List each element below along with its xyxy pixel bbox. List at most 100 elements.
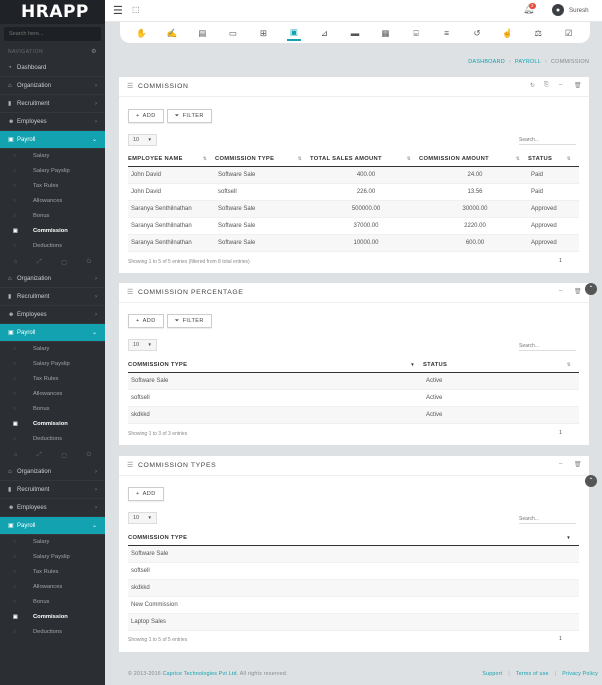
delete-icon[interactable]: 🗑︎ [574, 82, 582, 89]
breadcrumb-dashboard[interactable]: DASHBOARD [468, 59, 505, 65]
column-header[interactable]: EMPLOYEE NAME ⇅ [128, 153, 215, 167]
table-row[interactable]: softsell [128, 562, 579, 580]
checklist-icon[interactable]: ☑ [562, 26, 576, 40]
gear-icon[interactable]: ⚙ [91, 45, 97, 59]
add-button[interactable]: + ADD [128, 487, 164, 501]
table-search-input[interactable] [519, 514, 576, 524]
handshake-icon[interactable]: ⊿ [317, 26, 331, 40]
briefcase-icon[interactable]: ▭ [226, 26, 240, 40]
lock-icon[interactable]: ▢ [61, 259, 67, 266]
sidebar-subitem-deductions[interactable]: ○ Deductions [0, 239, 105, 254]
power-icon[interactable]: ⏻ [86, 259, 91, 266]
sidebar-subitem-commission[interactable]: ▣ Commission [0, 224, 105, 239]
column-header[interactable]: COMMISSION TYPE ▼ [128, 532, 579, 546]
table-row[interactable]: Software Sale Active [128, 372, 579, 390]
sidebar-subitem-deductions[interactable]: ○ Deductions [0, 432, 105, 447]
fullscreen-icon[interactable]: ⤢ [37, 259, 42, 266]
filter-button[interactable]: ⏷ FILTER [166, 314, 212, 328]
fullscreen-icon[interactable]: ⤢ [37, 452, 42, 459]
filter-button[interactable]: ⏷ FILTER [166, 109, 212, 123]
ticket-icon[interactable]: ▬ [348, 26, 362, 40]
table-search-input[interactable] [519, 341, 576, 351]
privacy-link[interactable]: Privacy Policy [562, 671, 598, 677]
sidebar-subitem-salary[interactable]: ○ Salary [0, 342, 105, 357]
sidebar-search[interactable] [4, 27, 101, 41]
company-link[interactable]: Caprice Technologies Pvt Ltd. [163, 671, 239, 677]
column-header[interactable]: TOTAL SALES AMOUNT ⇅ [310, 153, 419, 167]
scale-icon[interactable]: ⚖ [531, 26, 545, 40]
sidebar-item-organization[interactable]: ⌂ Organization › [0, 463, 105, 481]
delete-icon[interactable]: 🗑︎ [574, 461, 582, 468]
sidebar-subitem-allowances[interactable]: ○ Allowances [0, 387, 105, 402]
table-row[interactable]: New Commission [128, 596, 579, 614]
add-button[interactable]: + ADD [128, 109, 164, 123]
column-header[interactable]: COMMISSION TYPE ▼ [128, 359, 423, 373]
column-header[interactable]: STATUS ⇅ [528, 153, 579, 167]
sidebar-item-recruitment[interactable]: ▮ Recruitment › [0, 288, 105, 306]
pagination-page[interactable]: 1 [559, 636, 562, 642]
hand-money-icon[interactable]: ✋ [134, 26, 148, 40]
chevron-up-icon[interactable]: ⌃ [585, 475, 597, 487]
box-icon[interactable]: ⬚ [132, 5, 140, 14]
user-name[interactable]: Suresh [569, 7, 589, 14]
sidebar-item-dashboard[interactable]: ◔ Dashboard [0, 59, 105, 77]
chevron-up-icon[interactable]: ⌃ [585, 283, 597, 295]
table-row[interactable]: softsell Active [128, 389, 579, 407]
sidebar-item-employees[interactable]: ☻ Employees › [0, 306, 105, 324]
document-signature-icon[interactable]: ✍ [165, 26, 179, 40]
minimize-icon[interactable]: – [559, 288, 562, 294]
hand-icon[interactable]: ☝ [501, 26, 515, 40]
app-logo[interactable]: HRAPP [0, 0, 105, 24]
sidebar-subitem-salary[interactable]: ○ Salary [0, 535, 105, 550]
sidebar-subitem-salary-payslip[interactable]: ○ Salary Payslip [0, 164, 105, 179]
minimize-icon[interactable]: – [559, 82, 562, 88]
delete-icon[interactable]: 🗑︎ [574, 288, 582, 295]
menu-icon[interactable]: ☰ [113, 4, 123, 17]
sidebar-subitem-salary-payslip[interactable]: ○ Salary Payslip [0, 357, 105, 372]
export-icon[interactable]: ⎘ [544, 82, 549, 89]
history-icon[interactable]: ↺ [470, 26, 484, 40]
sidebar-subitem-salary-payslip[interactable]: ○ Salary Payslip [0, 550, 105, 565]
sidebar-subitem-allowances[interactable]: ○ Allowances [0, 580, 105, 595]
table-row[interactable]: Laptop Sales [128, 613, 579, 631]
sidebar-item-employees[interactable]: ☻ Employees › [0, 499, 105, 517]
table-row[interactable]: Saranya Senthilnathan Software Sale 500000… [128, 200, 579, 218]
list-icon[interactable]: ≡ [440, 26, 454, 40]
avatar[interactable]: ● [552, 4, 564, 16]
table-row[interactable]: Saranya Senthilnathan Software Sale 10000.… [128, 234, 579, 252]
sidebar-subitem-tax-rules[interactable]: ○ Tax Rules [0, 565, 105, 580]
pagination-page[interactable]: 1 [559, 258, 562, 264]
column-header[interactable]: COMMISSION TYPE ⇅ [215, 153, 310, 167]
sidebar-subitem-tax-rules[interactable]: ○ Tax Rules [0, 372, 105, 387]
table-row[interactable]: skdkkd Active [128, 406, 579, 424]
sidebar-search-input[interactable] [9, 27, 96, 41]
sidebar-subitem-bonus[interactable]: ○ Bonus [0, 209, 105, 224]
sidebar-item-employees[interactable]: ☻ Employees › [0, 113, 105, 131]
home-icon[interactable]: ⌂ [14, 259, 18, 265]
pagination-page[interactable]: 1 [559, 430, 562, 436]
document-check-icon[interactable]: ▤ [195, 26, 209, 40]
page-length-select[interactable]: 10 ▼ [128, 512, 157, 524]
minimize-icon[interactable]: – [559, 461, 562, 467]
sidebar-subitem-tax-rules[interactable]: ○ Tax Rules [0, 179, 105, 194]
breadcrumb-payroll[interactable]: PAYROLL [515, 59, 541, 65]
table-row[interactable]: John David softsell 226.00 13.56 Paid [128, 183, 579, 201]
column-header[interactable]: STATUS ⇅ [423, 359, 579, 373]
column-header[interactable]: COMMISSION AMOUNT ⇅ [419, 153, 528, 167]
lock-icon[interactable]: ▢ [61, 452, 67, 459]
table-row[interactable]: John David Software Sale 400.00 24.00 Paid [128, 166, 579, 184]
sidebar-item-organization[interactable]: ⌂ Organization › [0, 77, 105, 95]
home-icon[interactable]: ⌂ [14, 452, 18, 458]
sidebar-subitem-commission[interactable]: ▣ Commission [0, 417, 105, 432]
table-row[interactable]: skdkkd [128, 579, 579, 597]
sidebar-item-payroll[interactable]: ▣ Payroll ⌄ [0, 131, 105, 149]
sidebar-item-organization[interactable]: ⌂ Organization › [0, 270, 105, 288]
commission-icon[interactable]: ▣ [286, 25, 301, 41]
refresh-icon[interactable]: ↻ [530, 82, 535, 89]
sidebar-subitem-deductions[interactable]: ○ Deductions [0, 625, 105, 640]
table-row[interactable]: Saranya Senthilnathan Software Sale 37000.… [128, 217, 579, 235]
table-row[interactable]: Software Sale [128, 545, 579, 563]
sidebar-subitem-commission[interactable]: ▣ Commission [0, 610, 105, 625]
table-search-input[interactable] [519, 135, 576, 145]
sidebar-subitem-bonus[interactable]: ○ Bonus [0, 402, 105, 417]
